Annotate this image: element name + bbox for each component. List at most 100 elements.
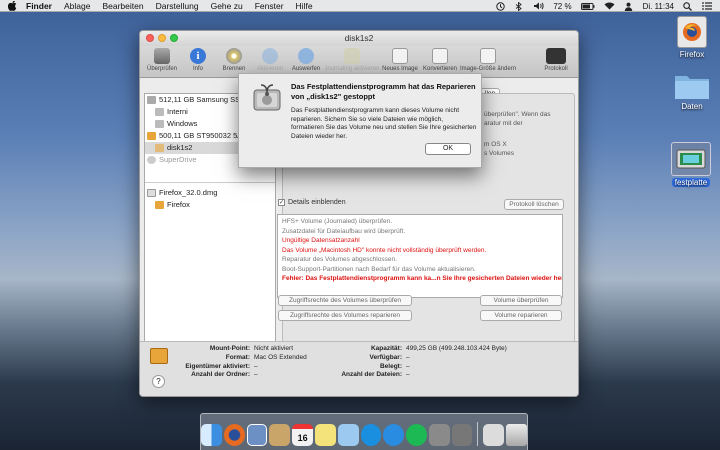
user-icon[interactable] [624,2,634,11]
preview-icon[interactable] [246,424,268,446]
menu-bearbeiten[interactable]: Bearbeiten [102,1,143,11]
disk-image-icon [147,189,156,197]
dock-separator [477,422,479,446]
toolbar-journaling-button[interactable]: Journaling aktivieren [324,46,380,72]
sidebar-label: 512,11 GB Samsung SSD [159,95,246,104]
battery-percent: 72 % [553,1,572,11]
toolbar-burn-button[interactable]: Brennen [216,46,252,72]
info-row: Verfügbar: – [322,354,507,363]
window-titlebar[interactable]: disk1s2 [140,31,578,46]
menu-finder[interactable]: Finder [26,1,52,11]
info-key: Kapazität: [370,345,402,352]
menu-ablage[interactable]: Ablage [64,1,90,11]
info-key: Belegt: [379,362,402,370]
sidebar-label: SuperDrive [159,155,197,164]
toolbar-label: Brennen [222,66,246,72]
info-row: Anzahl der Dateien: – [322,371,507,380]
log-line: Boot-Support-Partitionen nach Bedarf für… [282,265,476,273]
zoom-button[interactable] [170,34,178,42]
info-row: Kapazität: 499,25 GB (499.248.103.424 Byt… [322,345,507,354]
sidebar-volume-firefox[interactable]: Firefox [145,199,275,211]
toolbar-resize-image-button[interactable]: Image-Größe ändern [460,46,516,72]
battery-icon[interactable] [580,2,595,10]
itunes-icon[interactable] [360,424,382,446]
help-button[interactable]: ? [152,375,165,388]
desktop-icon-festplatte[interactable]: festplatte [663,142,719,187]
info-row: Eigentümer aktiviert: – [170,363,307,372]
toolbar-label: Überprüfen [146,66,178,72]
appstore-icon[interactable] [383,424,405,446]
photos-icon[interactable] [337,424,359,446]
status-menus: 72 % Di. 11:34 [496,0,712,12]
toolbar-new-image-button[interactable]: Neues Image [380,46,420,72]
verify-permissions-button[interactable]: Zugriffsrechte des Volumes überprüfen [278,295,412,306]
apple-menu-icon[interactable] [7,0,18,11]
burn-icon [226,48,242,64]
wifi-icon[interactable] [604,2,615,10]
verify-volume-button[interactable]: Volume überprüfen [480,295,562,306]
firefox-icon[interactable] [223,424,245,446]
time-machine-icon[interactable] [496,2,506,11]
notification-center-icon[interactable] [702,2,712,10]
spotlight-icon[interactable] [683,2,693,11]
window-controls [146,34,178,42]
toolbar-info-button[interactable]: i Info [180,46,216,72]
downloads-stack-icon[interactable] [483,424,505,446]
details-checkbox[interactable]: ✓ [278,199,285,206]
desktop-icon-label: Daten [681,102,703,111]
ok-button[interactable]: OK [425,143,471,155]
spotify-icon[interactable] [406,424,427,446]
toolbar-label: Image-Größe ändern [460,66,517,72]
sidebar-label: 500,11 GB ST950032 5A... [159,131,249,140]
info-key: Anzahl der Dateien: [341,371,402,379]
info-value: – [406,362,410,370]
toolbar-eject-button[interactable]: Auswerfen [288,46,324,72]
info-right: Kapazität: 499,25 GB (499.248.103.424 Byt… [322,345,507,380]
log-line: Ungültige Datensatzanzahl [282,237,360,244]
details-checkbox-row[interactable]: ✓ Details einblenden [278,199,346,206]
clock[interactable]: Di. 11:34 [643,2,674,11]
trash-icon[interactable] [506,424,527,446]
info-key: Verfügbar: [369,353,402,361]
sidebar-label: Interni [167,107,188,116]
bluetooth-icon[interactable] [515,1,525,12]
info-row: Anzahl der Ordner: – [170,371,307,380]
sidebar-image-firefox-dmg[interactable]: Firefox_32.0.dmg [145,187,275,199]
close-button[interactable] [146,34,154,42]
info-value: – [406,353,410,361]
minimize-button[interactable] [158,34,166,42]
finder-icon[interactable] [201,424,222,446]
log-line: HFS+ Volume (Journaled) überprüfen. [282,218,393,225]
menu-darstellung[interactable]: Darstellung [156,1,199,11]
background-text-4: s Volumes [484,150,514,157]
optical-drive-icon [147,156,156,164]
calendar-icon[interactable]: 16 [292,424,314,446]
repair-log[interactable]: HFS+ Volume (Journaled) überprüfen. Zusa… [277,214,563,298]
menu-fenster[interactable]: Fenster [255,1,284,11]
toolbar-label: Info [192,66,203,72]
calendar-day: 16 [297,432,308,443]
info-key: Anzahl der Ordner: [191,371,250,379]
system-prefs-icon[interactable] [428,424,450,446]
volume-icon[interactable] [534,2,544,10]
dock: 16 [200,413,528,450]
dialog-message: Das Festplattendienstprogramm kann diese… [291,107,477,140]
notes-icon[interactable] [315,424,336,446]
toolbar-convert-button[interactable]: Konvertieren [420,46,460,72]
info-value: – [254,371,258,379]
clear-log-button[interactable]: Protokoll löschen [504,199,564,210]
external-disk-icon [147,132,156,140]
desktop-icon-firefox[interactable]: Firefox [664,16,720,59]
desktop-icon-label: Firefox [679,50,705,59]
toolbar-log-button[interactable]: Protokoll [538,46,574,72]
repair-volume-button[interactable]: Volume reparieren [480,310,562,321]
toolbar-label: Konvertieren [422,66,458,72]
disk-utility-icon[interactable] [451,424,473,446]
repair-permissions-button[interactable]: Zugriffsrechte des Volumes reparieren [278,310,412,321]
toolbar-verify-button[interactable]: Überprüfen [144,46,180,72]
desktop-icon-daten[interactable]: Daten [664,72,720,111]
mail-icon[interactable] [269,424,291,446]
menu-hilfe[interactable]: Hilfe [296,1,313,11]
toolbar-mount-button[interactable]: Aktivieren [252,46,288,72]
menu-gehe-zu[interactable]: Gehe zu [211,1,243,11]
